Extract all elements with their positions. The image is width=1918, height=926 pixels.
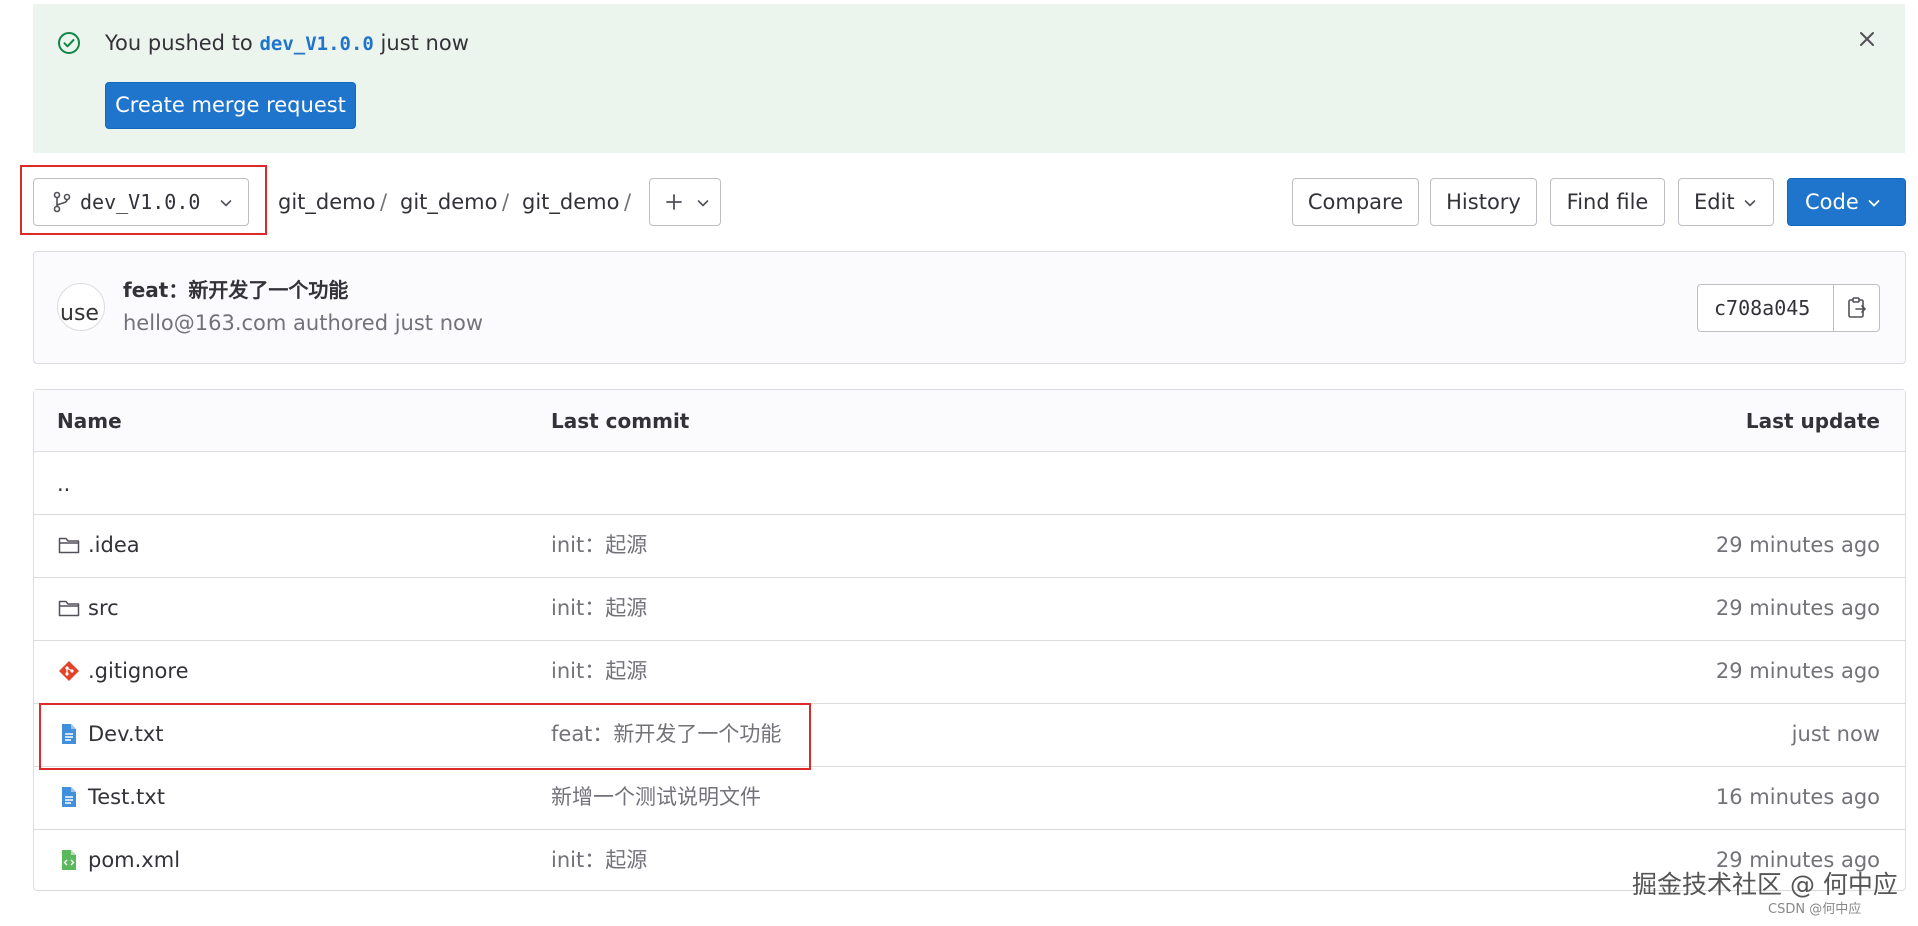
chevron-down-icon: [1744, 200, 1756, 207]
close-icon[interactable]: [1855, 27, 1879, 51]
history-button[interactable]: History: [1430, 178, 1537, 226]
file-name[interactable]: .idea: [88, 531, 140, 559]
breadcrumb-separator: /: [624, 190, 632, 214]
column-header-last-update: Last update: [1745, 409, 1880, 433]
file-name[interactable]: .gitignore: [88, 657, 189, 685]
row-divider: [34, 514, 1905, 515]
folder-icon: [58, 537, 80, 554]
commit-message[interactable]: init：起源: [551, 594, 647, 622]
edit-label: Edit: [1694, 190, 1735, 214]
alert-message: You pushed to dev_V1.0.0 just now: [105, 31, 469, 55]
compare-button[interactable]: Compare: [1292, 178, 1419, 226]
push-alert: [33, 4, 1905, 153]
clipboard-icon: [1848, 297, 1867, 318]
check-circle-icon: [58, 32, 80, 54]
breadcrumb-separator: /: [380, 190, 388, 214]
last-update: 29 minutes ago: [1715, 533, 1880, 557]
row-divider: [34, 577, 1905, 578]
alert-branch-name: dev_V1.0.0: [259, 33, 374, 55]
create-merge-request-button[interactable]: Create merge request: [105, 82, 356, 129]
commit-title[interactable]: feat：新开发了一个功能: [123, 276, 348, 304]
chevron-down-icon: [697, 200, 709, 207]
breadcrumb-item-1[interactable]: git_demo: [278, 188, 375, 216]
last-update: 16 minutes ago: [1715, 785, 1880, 809]
table-header: [34, 390, 1905, 452]
file-name[interactable]: pom.xml: [88, 846, 180, 874]
file-xml-icon: [62, 850, 76, 870]
column-header-last-commit: Last commit: [551, 409, 690, 433]
plus-icon: [666, 194, 682, 210]
last-update: 29 minutes ago: [1715, 596, 1880, 620]
breadcrumb-item-3[interactable]: git_demo: [522, 188, 619, 216]
file-name[interactable]: src: [88, 594, 119, 622]
git-icon: [59, 661, 79, 681]
commit-message[interactable]: 新增一个测试说明文件: [551, 783, 761, 811]
edit-dropdown-button[interactable]: Edit: [1678, 178, 1774, 226]
last-update: 29 minutes ago: [1715, 659, 1880, 683]
highlight-dev-row: [39, 703, 811, 770]
row-divider: [34, 829, 1905, 830]
last-update: just now: [1791, 722, 1880, 746]
commit-sha[interactable]: c708a045: [1714, 294, 1810, 322]
commit-message[interactable]: init：起源: [551, 531, 647, 559]
watermark: 掘金技术社区 @ 何中应: [1632, 870, 1898, 899]
file-text-icon: [62, 787, 76, 807]
breadcrumb-separator: /: [502, 190, 510, 214]
chevron-down-icon: [1868, 200, 1880, 207]
file-name[interactable]: Test.txt: [88, 783, 165, 811]
commit-message[interactable]: init：起源: [551, 657, 647, 685]
parent-directory-link[interactable]: ..: [57, 470, 70, 498]
row-divider: [34, 640, 1905, 641]
breadcrumb-item-2[interactable]: git_demo: [400, 188, 497, 216]
watermark-sub: CSDN @何中应: [1768, 902, 1862, 917]
code-label: Code: [1805, 190, 1859, 214]
folder-icon: [58, 600, 80, 617]
last-commit-card: [33, 251, 1906, 364]
commit-message[interactable]: init：起源: [551, 846, 647, 874]
commit-author-meta: hello@163.com authored just now: [123, 311, 484, 335]
code-dropdown-button[interactable]: Code: [1787, 178, 1906, 226]
column-header-name: Name: [57, 409, 122, 433]
avatar[interactable]: use: [57, 283, 105, 331]
find-file-button[interactable]: Find file: [1550, 178, 1665, 226]
highlight-branch-box: [20, 165, 267, 235]
